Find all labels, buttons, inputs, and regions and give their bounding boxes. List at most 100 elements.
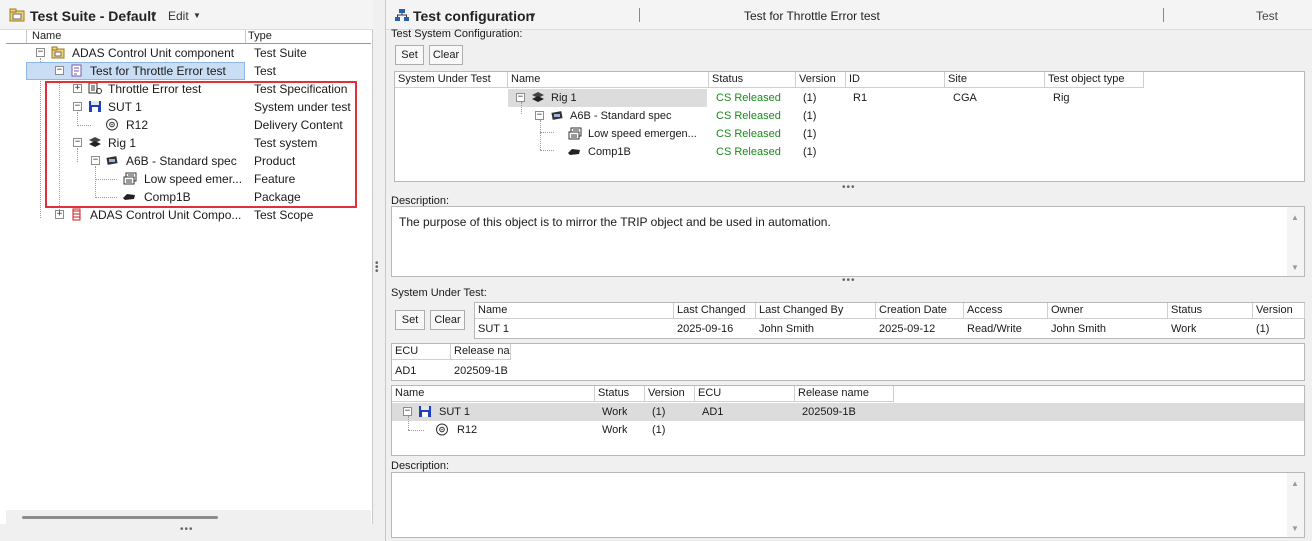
cell-id: R1 [853,92,868,104]
tsc-set-button[interactable]: Set [395,45,424,65]
cell-status: CS Released [716,128,781,140]
cell-release: 202509-1B [802,406,856,418]
tree-connector [521,102,522,114]
vertical-scrollbar[interactable]: ▲ ▼ [1287,207,1304,276]
horizontal-scrollbar[interactable] [6,510,371,524]
column-header[interactable]: ECU [392,344,451,360]
cell: John Smith [1051,323,1107,335]
cell: Read/Write [967,323,1022,335]
tree-item-type: Test Suite [254,46,307,60]
scroll-up-icon[interactable]: ▲ [1291,213,1299,222]
collapse-icon[interactable]: − [516,93,525,102]
tsc-clear-button[interactable]: Clear [429,45,463,65]
column-divider [26,30,27,43]
chevron-down-icon[interactable]: ▼ [150,10,158,19]
cell-status: Work [602,424,628,436]
collapse-icon[interactable]: − [36,48,45,57]
column-header[interactable]: System Under Test [395,72,508,88]
splitter-grip-icon[interactable]: • • • [375,259,381,277]
rig-icon [532,92,544,102]
cell-version: (1) [803,146,817,158]
column-header[interactable]: Release na [451,344,511,360]
cell: (1) [1256,323,1270,335]
test-scope-icon [72,208,81,221]
column-header[interactable]: Status [1168,303,1253,319]
resize-grip-icon[interactable]: ••• [842,275,856,286]
test-icon [71,64,82,77]
cell-name: R12 [457,424,478,436]
column-header[interactable]: Version [1253,303,1305,319]
column-header[interactable]: Name [392,386,595,402]
column-header[interactable]: Status [709,72,796,88]
cell: 2025-09-12 [879,323,936,335]
column-header[interactable]: Release name [795,386,894,402]
resize-grip-icon[interactable]: ••• [180,524,194,535]
description-label: Description: [391,460,450,472]
test-suite-header: Test Suite - Default ▼ Edit ▼ [0,0,373,30]
tree-row[interactable]: − Test for Throttle Error test Test [0,62,373,80]
test-configuration-title[interactable]: Test configuration [413,8,534,24]
chevron-down-icon[interactable]: ▼ [529,11,537,20]
chevron-down-icon[interactable]: ▼ [193,11,201,20]
column-header[interactable]: Test object type [1045,72,1144,88]
object-type: Test [1256,9,1279,23]
system-under-test-tree-table: Name Status Version ECU Release name − S… [391,385,1305,456]
sut-clear-button[interactable]: Clear [430,310,465,330]
tree-connector [540,150,554,151]
cell: 2025-09-16 [677,323,734,335]
cell-version: (1) [652,424,666,436]
test-system-configuration-label: Test System Configuration: [391,28,523,40]
column-header[interactable]: Site [945,72,1045,88]
configuration-icon [395,9,409,21]
column-divider [245,30,246,43]
scroll-down-icon[interactable]: ▼ [1291,263,1299,272]
column-header[interactable]: Version [796,72,846,88]
column-header[interactable]: Last Changed [674,303,756,319]
column-header[interactable]: Version [645,386,695,402]
cell-version: (1) [803,128,817,140]
system-under-test-label: System Under Test: [391,287,487,299]
description-field[interactable]: ▲ ▼ [391,472,1305,538]
column-header[interactable]: Owner [1048,303,1168,319]
scroll-up-icon[interactable]: ▲ [1291,479,1299,488]
tree-item-label: ADAS Control Unit Compo... [90,208,242,222]
column-header[interactable]: ECU [695,386,795,402]
test-suite-panel: Test Suite - Default ▼ Edit ▼ Name Type … [0,0,373,541]
column-header[interactable]: Creation Date [876,303,964,319]
highlight-box [45,81,357,208]
column-header[interactable]: ID [846,72,945,88]
scrollbar-thumb[interactable] [22,516,218,519]
vertical-scrollbar[interactable]: ▲ ▼ [1287,473,1304,537]
column-header-type[interactable]: Type [248,30,272,43]
sut-set-button[interactable]: Set [395,310,425,330]
cell-name: Comp1B [588,146,631,158]
test-suite-icon [9,8,25,22]
column-header[interactable]: Name [475,303,674,319]
resize-grip-icon[interactable]: ••• [842,182,856,193]
cell-status: CS Released [716,146,781,158]
column-header[interactable]: Access [964,303,1048,319]
column-header[interactable]: Status [595,386,645,402]
tree-row[interactable]: − ADAS Control Unit component Test Suite [0,44,373,62]
collapse-icon[interactable]: − [535,111,544,120]
column-header[interactable]: Name [508,72,709,88]
cell-status: CS Released [716,110,781,122]
cell: SUT 1 [478,323,509,335]
description-text: The purpose of this object is to mirror … [399,215,831,229]
cell-name: A6B - Standard spec [570,110,672,122]
expand-icon[interactable]: + [55,210,64,219]
test-configuration-panel: Test configuration ▼ Test for Throttle E… [385,0,1312,541]
collapse-icon[interactable]: − [55,66,64,75]
column-header[interactable]: Last Changed By [756,303,876,319]
cell: Work [1171,323,1197,335]
test-suite-title[interactable]: Test Suite - Default [30,8,156,24]
column-header-name[interactable]: Name [32,30,61,43]
tree-row[interactable]: + ADAS Control Unit Compo... Test Scope [0,206,373,224]
scroll-down-icon[interactable]: ▼ [1291,524,1299,533]
edit-menu[interactable]: Edit [168,9,189,23]
collapse-icon[interactable]: − [403,407,412,416]
description-field[interactable]: The purpose of this object is to mirror … [391,206,1305,277]
test-suite-icon [51,46,65,59]
cell: 202509-1B [454,365,508,377]
target-icon [436,423,448,436]
